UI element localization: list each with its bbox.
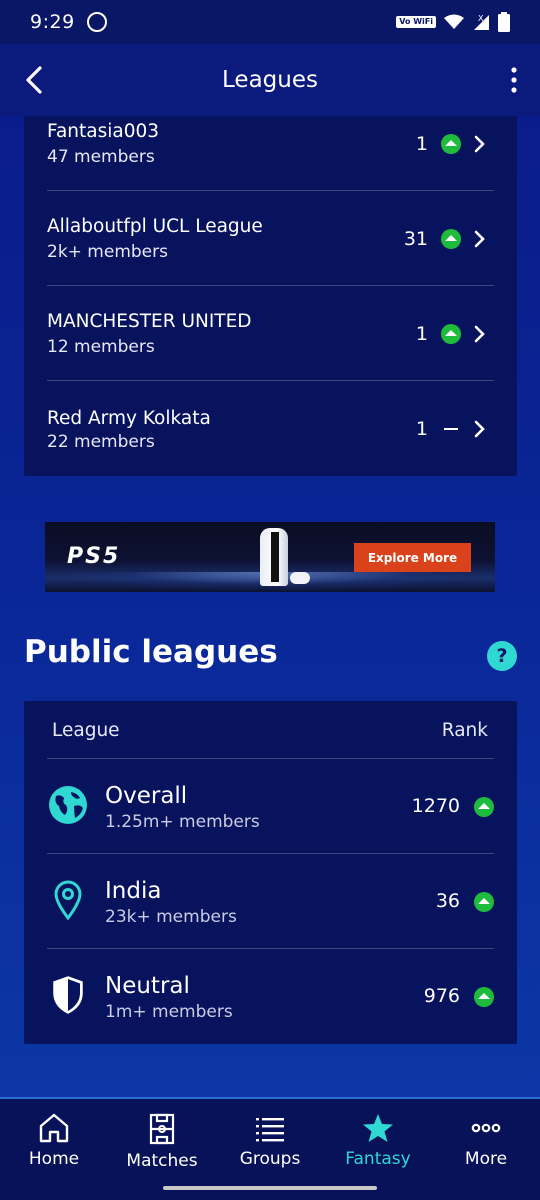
- nav-matches[interactable]: Matches: [108, 1099, 216, 1177]
- league-members: 2k+ members: [47, 242, 168, 262]
- whatsapp-icon: [86, 12, 107, 32]
- kebab-menu-icon: [511, 67, 517, 93]
- vowifi-icon: Vo WiFi: [396, 16, 436, 28]
- league-members: 23k+ members: [105, 907, 237, 927]
- svg-text:X: X: [478, 14, 484, 23]
- explore-more-button[interactable]: Explore More: [354, 543, 471, 572]
- league-members: 1m+ members: [105, 1002, 233, 1022]
- league-members: 1.25m+ members: [105, 812, 260, 832]
- league-name: Red Army Kolkata: [47, 408, 211, 429]
- league-rank: 1: [415, 418, 428, 440]
- rank-up-icon: [474, 892, 494, 912]
- league-rank: 1: [415, 133, 428, 155]
- league-members: 22 members: [47, 432, 155, 452]
- column-header-league: League: [52, 720, 120, 741]
- shield-icon: [47, 973, 89, 1017]
- public-league-row[interactable]: Neutral 1m+ members 976: [47, 949, 494, 1044]
- league-rank: 31: [403, 228, 428, 250]
- controller-image: [290, 572, 310, 584]
- league-name: Overall: [105, 783, 188, 809]
- home-icon: [39, 1113, 69, 1143]
- rank-up-icon: [441, 134, 461, 154]
- league-row[interactable]: Allaboutfpl UCL League 2k+ members 31: [47, 191, 494, 286]
- rank-unchanged-icon: [444, 428, 458, 430]
- league-row[interactable]: MANCHESTER UNITED 12 members 1: [47, 286, 494, 381]
- back-button[interactable]: [18, 64, 50, 96]
- league-row[interactable]: Fantasia003 47 members 1: [47, 96, 494, 191]
- nav-home-label: Home: [28, 1149, 80, 1169]
- public-leagues-title: Public leagues: [24, 634, 278, 670]
- column-header-rank: Rank: [441, 720, 488, 741]
- league-rank: 976: [423, 985, 460, 1007]
- battery-icon: [498, 12, 510, 32]
- league-rank: 36: [435, 890, 460, 912]
- chevron-right-icon: [470, 324, 490, 344]
- nav-groups-label: Groups: [239, 1149, 301, 1169]
- chevron-right-icon: [470, 229, 490, 249]
- page-title: Leagues: [222, 67, 318, 93]
- nav-more-label: More: [464, 1149, 508, 1169]
- console-image-center: [271, 532, 279, 582]
- location-pin-icon: [47, 878, 89, 922]
- public-league-row[interactable]: India 23k+ members 36: [47, 854, 494, 949]
- rank-up-icon: [441, 229, 461, 249]
- rank-up-icon: [441, 324, 461, 344]
- status-icons: Vo WiFi X: [396, 12, 510, 32]
- back-arrow-icon: [26, 66, 42, 94]
- status-bar: 9:29 Vo WiFi X: [0, 0, 540, 44]
- ps5-logo: PS5: [67, 544, 121, 569]
- wifi-icon: [444, 14, 464, 29]
- home-indicator[interactable]: [163, 1186, 377, 1190]
- nav-more[interactable]: More: [432, 1099, 540, 1177]
- help-button[interactable]: ?: [487, 641, 517, 671]
- league-rank: 1: [415, 323, 428, 345]
- star-icon: [363, 1114, 393, 1142]
- nav-matches-label: Matches: [126, 1151, 198, 1171]
- league-rank: 1270: [411, 795, 460, 817]
- public-league-row[interactable]: Overall 1.25m+ members 1270: [47, 759, 494, 854]
- league-name: Neutral: [105, 973, 190, 999]
- rank-up-icon: [474, 797, 494, 817]
- league-members: 47 members: [47, 147, 155, 167]
- ad-banner[interactable]: PS5 Explore More: [45, 522, 495, 592]
- status-time: 9:29: [30, 11, 75, 33]
- nav-fantasy[interactable]: Fantasy: [324, 1099, 432, 1177]
- pitch-icon: [149, 1113, 175, 1145]
- chevron-right-icon: [470, 419, 490, 439]
- chevron-right-icon: [470, 134, 490, 154]
- nav-home[interactable]: Home: [0, 1099, 108, 1177]
- more-dots-icon: [471, 1123, 501, 1133]
- league-name: India: [105, 878, 162, 904]
- overflow-menu-button[interactable]: [502, 64, 526, 96]
- bottom-navigation: Home Matches Groups Fantasy More: [0, 1097, 540, 1177]
- league-name: MANCHESTER UNITED: [47, 311, 252, 332]
- league-row[interactable]: Red Army Kolkata 22 members 1: [47, 381, 494, 476]
- league-members: 12 members: [47, 337, 155, 357]
- league-name: Fantasia003: [47, 121, 160, 142]
- globe-icon: [47, 783, 89, 827]
- league-name: Allaboutfpl UCL League: [47, 216, 263, 237]
- public-leagues-card: League Rank Overall 1.25m+ members 1270 …: [24, 701, 517, 1044]
- rank-up-icon: [474, 987, 494, 1007]
- private-leagues-card: Fantasia003 47 members 1 Allaboutfpl UCL…: [24, 116, 517, 476]
- list-icon: [256, 1118, 284, 1142]
- nav-fantasy-label: Fantasy: [345, 1149, 411, 1169]
- nav-groups[interactable]: Groups: [216, 1099, 324, 1177]
- cell-signal-icon: X: [474, 14, 489, 30]
